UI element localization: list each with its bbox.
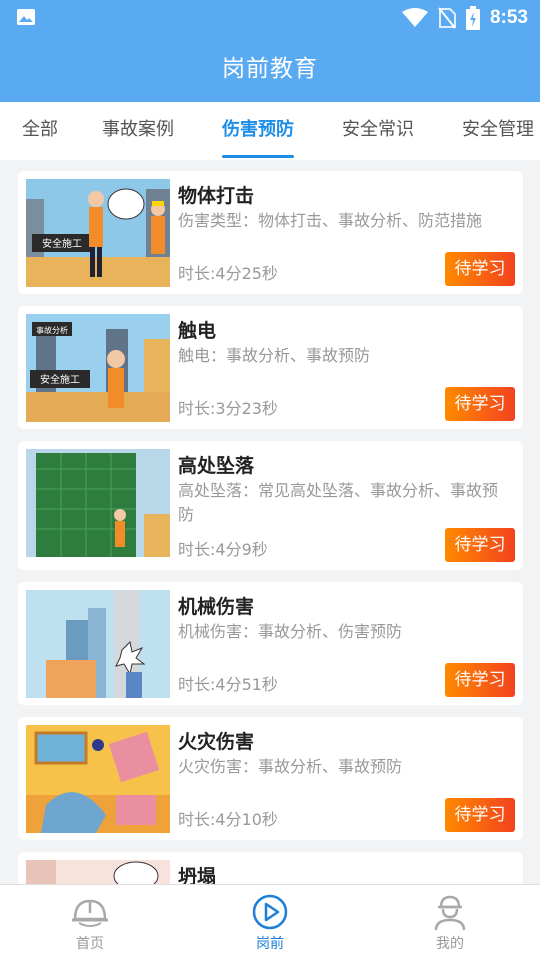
tab-all[interactable]: 全部: [22, 102, 58, 160]
course-thumbnail: [26, 449, 170, 557]
course-duration: 时长:4分25秒: [178, 264, 278, 283]
course-description: 伤害类型：物体打击、事故分析、防范措施: [178, 211, 483, 230]
tab-label: 伤害预防: [222, 119, 294, 140]
tab-accident-cases[interactable]: 事故案例: [102, 102, 174, 160]
course-title: 坍塌: [178, 866, 217, 884]
study-status-button[interactable]: 待学习: [445, 663, 515, 697]
bottom-navigation: 首页 岗前 我的: [0, 884, 540, 960]
battery-charging-icon: [465, 6, 480, 30]
nav-mine[interactable]: 我的: [360, 885, 540, 960]
course-title: 触电: [178, 320, 217, 342]
course-card[interactable]: 坍塌: [18, 852, 523, 884]
course-title: 机械伤害: [178, 596, 255, 618]
category-tabs: 全部 事故案例 伤害预防 安全常识 安全管理: [0, 102, 540, 160]
tab-injury-prevention[interactable]: 伤害预防: [222, 102, 294, 160]
course-thumbnail: [26, 590, 170, 698]
course-description: 触电：事故分析、事故预防: [178, 346, 371, 365]
course-duration: 时长:4分10秒: [178, 810, 278, 829]
study-status-button[interactable]: 待学习: [445, 528, 515, 562]
tab-safety-management[interactable]: 安全管理: [462, 102, 534, 160]
course-thumbnail: [26, 860, 170, 884]
tab-label: 全部: [22, 119, 58, 140]
course-duration: 时长:4分9秒: [178, 540, 268, 559]
nav-home[interactable]: 首页: [0, 885, 180, 960]
no-sim-icon: [438, 7, 456, 29]
tab-label: 安全管理: [462, 119, 534, 140]
course-title: 火灾伤害: [178, 731, 255, 753]
course-description: 机械伤害：事故分析、伤害预防: [178, 622, 403, 641]
course-description: 高处坠落：常见高处坠落、事故分析、事故预防: [178, 481, 499, 524]
helmet-icon: [72, 899, 108, 927]
nav-label: 我的: [436, 936, 464, 952]
tab-label: 安全常识: [342, 119, 414, 140]
course-duration: 时长:4分51秒: [178, 675, 278, 694]
course-thumbnail: 事故分析 安全施工: [26, 314, 170, 422]
tab-safety-knowledge[interactable]: 安全常识: [342, 102, 414, 160]
user-helmet-icon: [434, 895, 466, 931]
nav-pre-job[interactable]: 岗前: [180, 885, 360, 960]
thumbnail-sign-text: 安全施工: [42, 237, 82, 250]
course-card[interactable]: 机械伤害 机械伤害：事故分析、伤害预防 时长:4分51秒 待学习: [18, 582, 523, 705]
thumbnail-sign-text: 事故分析: [36, 325, 68, 335]
course-title: 物体打击: [178, 185, 255, 207]
play-circle-icon: [252, 894, 288, 930]
image-notification-icon: [17, 9, 35, 25]
course-list: 安全施工 物体打击 伤害类型：物体打击、事故分析、防范措施 时长:4分25秒 待…: [0, 160, 540, 884]
tab-label: 事故案例: [102, 119, 174, 140]
course-title: 高处坠落: [178, 455, 255, 477]
app-bar: 岗前教育: [0, 36, 540, 102]
page-title: 岗前教育: [222, 56, 318, 82]
course-card[interactable]: 高处坠落 高处坠落：常见高处坠落、事故分析、事故预防 时长:4分9秒 待学习: [18, 441, 523, 570]
study-status-button[interactable]: 待学习: [445, 252, 515, 286]
study-status-button[interactable]: 待学习: [445, 387, 515, 421]
course-thumbnail: [26, 725, 170, 833]
thumbnail-sign-text: 安全施工: [40, 373, 80, 386]
wifi-icon: [401, 8, 428, 27]
active-tab-indicator: [222, 155, 294, 158]
course-card[interactable]: 事故分析 安全施工 触电 触电：事故分析、事故预防 时长:3分23秒 待学习: [18, 306, 523, 429]
nav-label: 首页: [76, 936, 104, 952]
study-status-button[interactable]: 待学习: [445, 798, 515, 832]
course-duration: 时长:3分23秒: [178, 399, 278, 418]
status-time: 8:53: [489, 7, 528, 28]
course-description: 火灾伤害：事故分析、事故预防: [178, 757, 403, 776]
nav-label: 岗前: [256, 936, 284, 952]
status-bar: 8:53: [0, 0, 540, 36]
course-thumbnail: 安全施工: [26, 179, 170, 287]
course-card[interactable]: 安全施工 物体打击 伤害类型：物体打击、事故分析、防范措施 时长:4分25秒 待…: [18, 171, 523, 294]
course-card[interactable]: 火灾伤害 火灾伤害：事故分析、事故预防 时长:4分10秒 待学习: [18, 717, 523, 840]
